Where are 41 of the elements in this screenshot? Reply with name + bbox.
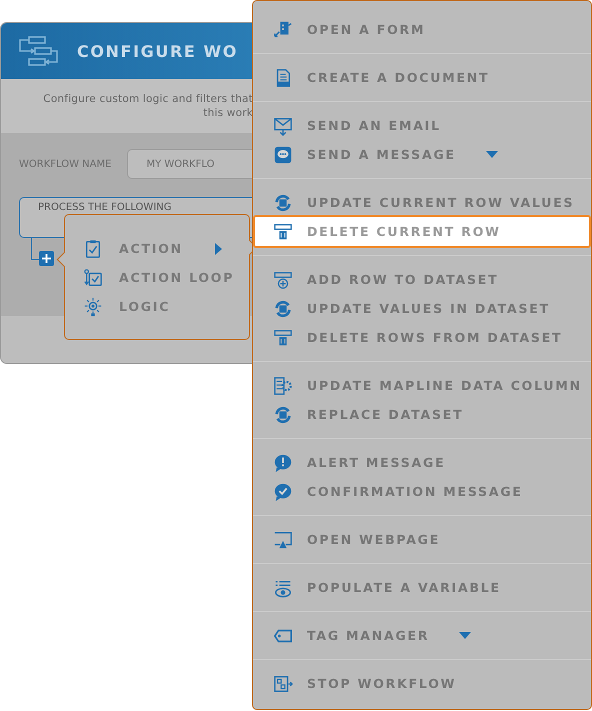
flow-icon: [273, 674, 293, 694]
check-message-icon: [273, 482, 293, 502]
loop-check-icon: [83, 268, 103, 288]
menu-item[interactable]: ALERT MESSAGE: [253, 448, 591, 477]
workflow-icon: [17, 35, 61, 67]
menu-item[interactable]: DELETE ROWS FROM DATASET: [253, 323, 591, 352]
description-text: this work: [203, 107, 253, 119]
submenu-item[interactable]: LOGIC: [65, 292, 249, 321]
menu-item[interactable]: REPLACE DATASET: [253, 400, 591, 429]
submenu-item[interactable]: ACTION LOOP: [65, 263, 249, 292]
envelope-icon: [273, 116, 293, 136]
menu-item[interactable]: ADD ROW TO DATASET: [253, 265, 591, 294]
menu-item[interactable]: CONFIRMATION MESSAGE: [253, 477, 591, 506]
menu-item[interactable]: TAG MANAGER: [253, 621, 591, 650]
menu-item[interactable]: OPEN A FORM: [253, 15, 591, 44]
menu-item[interactable]: OPEN WEBPAGE: [253, 525, 591, 554]
menu-item[interactable]: UPDATE VALUES IN DATASET: [253, 294, 591, 323]
submenu-item[interactable]: ACTION: [65, 234, 249, 263]
field-label: WORKFLOW NAME: [19, 158, 112, 170]
bulb-icon: [83, 296, 103, 316]
refresh-icon: [273, 192, 293, 212]
menu-item[interactable]: STOP WORKFLOW: [253, 669, 591, 698]
clipboard-check-icon: [83, 238, 103, 258]
panel-title: CONFIGURE WO: [77, 42, 238, 60]
menu-item[interactable]: UPDATE CURRENT ROW VALUES: [253, 188, 591, 217]
menu-item[interactable]: CREATE A DOCUMENT: [253, 63, 591, 92]
add-row-icon: [273, 270, 293, 290]
menu-item[interactable]: DELETE CURRENT ROW: [253, 215, 591, 248]
add-button[interactable]: [39, 251, 54, 266]
monitor-icon: [273, 530, 293, 550]
trash-icon: [273, 222, 293, 242]
description-text: Configure custom logic and filters that: [43, 93, 253, 105]
refresh-icon: [273, 404, 293, 424]
chat-icon: [273, 144, 293, 164]
form-icon: [273, 20, 293, 40]
trash-icon: [273, 328, 293, 348]
alert-icon: [273, 452, 293, 472]
menu-item[interactable]: SEND AN EMAIL: [253, 111, 591, 140]
menu-item[interactable]: POPULATE A VARIABLE: [253, 573, 591, 602]
menu-item[interactable]: UPDATE MAPLINE DATA COLUMN: [253, 371, 591, 400]
refresh-icon: [273, 298, 293, 318]
